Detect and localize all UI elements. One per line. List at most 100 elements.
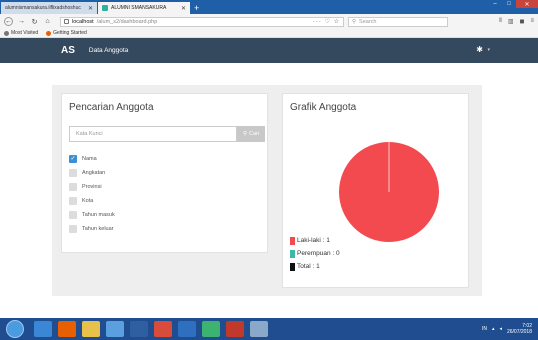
clock-date: 26/07/2018 (506, 329, 532, 335)
filter-label: Provinsi (82, 183, 102, 190)
tool-icon[interactable] (154, 321, 172, 337)
filter-list: ✓ Nama Angkatan Provinsi Kota Tahun masu… (69, 154, 115, 239)
checkbox[interactable] (69, 225, 77, 234)
browser-nav-bar: ← → ↻ ⌂ localhost/alum_s2/dashboard.php … (0, 14, 538, 29)
chart-legend: Laki-laki : 1 Perempuan : 0 Total : 1 (290, 236, 340, 275)
brand-logo[interactable]: AS (61, 45, 75, 56)
legend-swatch (290, 249, 295, 258)
checkbox[interactable] (69, 182, 77, 191)
ie-icon[interactable] (34, 321, 52, 337)
filter-nama[interactable]: ✓ Nama (69, 154, 115, 163)
reload-icon[interactable]: ↻ (30, 17, 39, 26)
back-icon[interactable]: ← (4, 17, 13, 26)
legend-item-total: Total : 1 (290, 262, 340, 271)
window-close-button[interactable]: ✕ (516, 0, 538, 8)
filter-label: Nama (82, 155, 97, 162)
extension-icon[interactable]: ◼ (520, 18, 525, 25)
filter-provinsi[interactable]: Provinsi (69, 182, 115, 191)
search-panel: Pencarian Anggota Kata Kunci ⚲ Cari ✓ Na… (61, 93, 268, 253)
close-icon[interactable]: ✕ (88, 5, 93, 12)
window-icon[interactable] (250, 321, 268, 337)
chart-panel-title: Grafik Anggota (290, 102, 357, 113)
bookmark-most-visited[interactable]: Most Visited (4, 30, 38, 36)
filter-label: Kota (82, 198, 94, 205)
firefox-icon[interactable] (58, 321, 76, 337)
legend-label: Total : 1 (297, 263, 320, 270)
browser-tab-active[interactable]: ALUMNI SMANSAKURA ✕ (98, 2, 190, 14)
word-icon[interactable] (178, 321, 196, 337)
app-icon[interactable] (130, 321, 148, 337)
search-placeholder: Search (359, 18, 377, 25)
browser-search-box[interactable]: ⚲ Search (348, 16, 448, 27)
favicon-icon (102, 5, 108, 11)
search-button[interactable]: ⚲ Cari (237, 126, 265, 142)
start-button[interactable] (6, 320, 24, 338)
gear-icon[interactable]: ✱ (476, 45, 483, 54)
filter-label: Tahun keluar (82, 226, 114, 233)
folder-icon[interactable] (82, 321, 100, 337)
nav-data-anggota[interactable]: Data Anggota (89, 47, 128, 54)
info-icon[interactable] (64, 19, 69, 24)
window-controls: – □ ✕ (488, 0, 538, 8)
new-tab-button[interactable]: + (194, 2, 199, 14)
tab-label: alumnismansakura.ilflixadshoshuc (5, 5, 81, 11)
search-input[interactable]: Kata Kunci (69, 126, 237, 142)
firefox-icon (46, 30, 52, 36)
chevron-down-icon[interactable]: ▾ (487, 47, 490, 53)
browser-tab-inactive[interactable]: alumnismansakura.ilflixadshoshuc ✕ (1, 2, 97, 14)
clock[interactable]: 7:02 26/07/2018 (507, 323, 532, 335)
media-icon[interactable] (106, 321, 124, 337)
checkbox[interactable]: ✓ (69, 154, 77, 163)
taskbar-icons (34, 321, 268, 337)
legend-swatch (290, 262, 295, 271)
language-indicator[interactable]: IN (482, 326, 487, 332)
bookmarks-bar: Most Visited Getting Started (0, 29, 538, 38)
legend-label: Laki-laki : 1 (297, 237, 330, 244)
gear-icon (4, 30, 9, 36)
filter-label: Tahun masuk (82, 212, 115, 219)
url-host: localhost (72, 18, 94, 25)
sidebar-icon[interactable]: ▥ (508, 18, 514, 25)
minimize-button[interactable]: – (488, 0, 502, 8)
toolbar-right: ⫴ ▥ ◼ ≡ (499, 18, 534, 25)
bookmark-label: Getting Started (53, 30, 87, 36)
search-icon: ⚲ (242, 131, 247, 137)
filter-tahun-masuk[interactable]: Tahun masuk (69, 211, 115, 220)
tab-label: ALUMNI SMANSAKURA (111, 5, 167, 11)
filter-kota[interactable]: Kota (69, 197, 115, 206)
checkbox[interactable] (69, 197, 77, 206)
checkbox[interactable] (69, 211, 77, 220)
chrome-icon[interactable] (202, 321, 220, 337)
page-actions[interactable]: ··· ♡ ☆ (313, 18, 340, 25)
chart-panel: Grafik Anggota Laki-laki : 1 Perempuan :… (282, 93, 469, 288)
system-tray: IN ▴ ◂ 7:02 26/07/2018 (482, 323, 532, 335)
maximize-button[interactable]: □ (502, 0, 516, 8)
forward-icon[interactable]: → (17, 17, 26, 26)
filter-tahun-keluar[interactable]: Tahun keluar (69, 225, 115, 234)
filter-angkatan[interactable]: Angkatan (69, 168, 115, 177)
bookmark-getting-started[interactable]: Getting Started (46, 30, 87, 36)
close-icon[interactable]: ✕ (181, 5, 186, 12)
checkbox[interactable] (69, 168, 77, 177)
bookmark-label: Most Visited (11, 30, 39, 36)
library-icon[interactable]: ⫴ (499, 18, 502, 25)
content-wrapper: Pencarian Anggota Kata Kunci ⚲ Cari ✓ Na… (52, 85, 482, 296)
network-icon[interactable]: ▴ (492, 326, 495, 332)
menu-icon[interactable]: ≡ (530, 18, 534, 25)
filter-label: Angkatan (82, 169, 106, 176)
volume-icon[interactable]: ◂ (499, 326, 502, 332)
main-content: Pencarian Anggota Kata Kunci ⚲ Cari ✓ Na… (0, 63, 538, 312)
legend-label: Perempuan : 0 (297, 250, 340, 257)
search-icon: ⚲ (352, 18, 357, 25)
os-taskbar: IN ▴ ◂ 7:02 26/07/2018 (0, 318, 538, 340)
legend-item-perempuan: Perempuan : 0 (290, 249, 340, 258)
url-bar[interactable]: localhost/alum_s2/dashboard.php ··· ♡ ☆ (60, 16, 344, 27)
legend-item-laki-laki: Laki-laki : 1 (290, 236, 340, 245)
legend-swatch (290, 236, 295, 245)
home-icon[interactable]: ⌂ (43, 17, 52, 26)
sublime-icon[interactable] (226, 321, 244, 337)
url-path: /alum_s2/dashboard.php (96, 18, 158, 25)
browser-tab-strip: alumnismansakura.ilflixadshoshuc ✕ ALUMN… (0, 0, 538, 14)
app-header: AS Data Anggota ✱ ▾ (0, 38, 538, 63)
pie-chart (339, 142, 439, 242)
